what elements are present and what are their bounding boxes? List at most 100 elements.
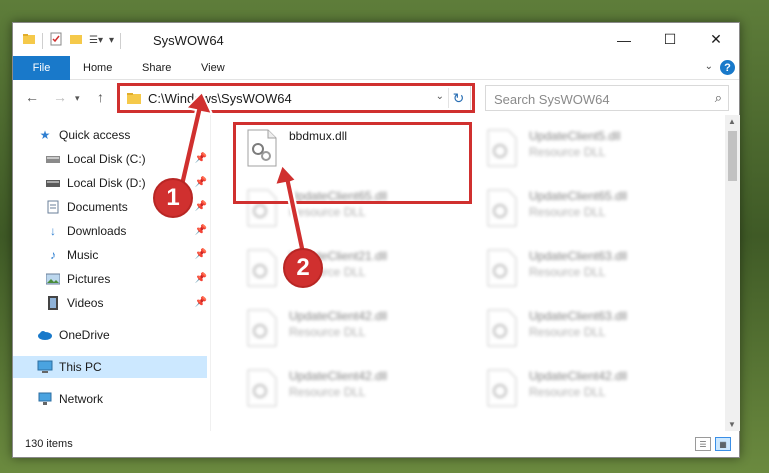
drive-icon (45, 175, 61, 191)
file-item[interactable]: UpdateClient42.dll Resource DLL (233, 303, 463, 353)
folder-icon (22, 32, 36, 49)
recent-locations-icon[interactable]: ▾ (75, 93, 80, 104)
pin-icon[interactable]: 📌 (195, 297, 207, 308)
sidebar-item-this-pc[interactable]: This PC (13, 356, 207, 378)
file-item[interactable]: UpdateClient63.dll Resource DLL (473, 243, 703, 293)
item-count: 130 items (25, 438, 73, 450)
dll-file-icon (487, 309, 517, 347)
pin-icon[interactable]: 📌 (195, 201, 207, 212)
minimize-button[interactable]: — (601, 23, 647, 56)
file-explorer-window: ☰▾ ▾ SysWOW64 — ☐ ✕ File Home Share View… (12, 22, 740, 458)
sidebar-item-label: Music (67, 248, 99, 262)
file-item[interactable]: UpdateClient42.dll Resource DLL (233, 363, 463, 413)
dll-file-icon (487, 249, 517, 287)
sidebar-item-pictures[interactable]: Pictures 📌 (45, 268, 207, 290)
sidebar-item-network[interactable]: Network (37, 388, 207, 410)
vertical-scrollbar[interactable]: ▲ ▼ (725, 115, 740, 431)
file-item[interactable]: UpdateClient65.dll Resource DLL (473, 183, 703, 233)
dll-file-icon (247, 369, 277, 407)
sidebar-item-videos[interactable]: Videos 📌 (45, 292, 207, 314)
sidebar-item-label: OneDrive (59, 328, 110, 342)
file-name: UpdateClient63.dll (529, 249, 628, 263)
tab-share[interactable]: Share (142, 56, 171, 80)
pin-icon[interactable]: 📌 (195, 153, 207, 164)
pin-icon[interactable]: 📌 (195, 273, 207, 284)
sidebar-item-downloads[interactable]: ↓ Downloads 📌 (45, 220, 207, 242)
expand-ribbon-icon[interactable]: ⌄ (705, 61, 713, 72)
network-icon (37, 391, 53, 407)
dll-file-icon (487, 189, 517, 227)
customize-toolbar-icon[interactable]: ☰▾ (89, 35, 103, 46)
back-arrow-icon[interactable]: ← (25, 89, 39, 105)
star-icon: ★ (39, 128, 51, 142)
pin-icon[interactable]: 📌 (195, 225, 207, 236)
file-item[interactable]: UpdateClient21.dll Resource DLL (233, 243, 463, 293)
dll-file-icon (487, 129, 517, 167)
pictures-icon (45, 271, 61, 287)
sidebar-item-label: Quick access (59, 128, 131, 142)
tab-view[interactable]: View (201, 56, 225, 80)
file-description: Resource DLL (289, 325, 366, 339)
computer-icon (37, 359, 53, 375)
dll-file-icon (247, 309, 277, 347)
file-description: Resource DLL (529, 265, 606, 279)
sidebar-item-label: Local Disk (C:) (67, 152, 146, 166)
ribbon-tabs: File Home Share View ⌄ ? (13, 56, 739, 80)
sidebar-item-quick-access[interactable]: ★ Quick access (37, 124, 207, 146)
music-icon: ♪ (50, 248, 56, 262)
new-folder-icon[interactable] (69, 32, 83, 49)
scroll-up-icon[interactable]: ▲ (728, 117, 736, 126)
search-icon[interactable]: ⌕ (715, 90, 722, 106)
forward-arrow-icon[interactable]: → (53, 89, 67, 105)
dll-file-icon (247, 249, 277, 287)
sidebar-item-label: This PC (59, 360, 102, 374)
file-item[interactable]: UpdateClient42.dll Resource DLL (473, 363, 703, 413)
toolbar-separator (120, 32, 122, 49)
tab-file[interactable]: File (13, 56, 70, 80)
file-item[interactable]: UpdateClient63.dll Resource DLL (473, 303, 703, 353)
navigation-bar: ← → ▾ ↑ C:\Windows\SysWOW64 ⌄ ↻ Search S… (13, 81, 739, 115)
pin-icon[interactable]: 📌 (195, 249, 207, 260)
file-name: UpdateClient42.dll (289, 369, 388, 383)
cloud-icon (37, 327, 53, 343)
properties-icon[interactable] (49, 32, 63, 49)
sidebar-item-label: Local Disk (D:) (67, 176, 146, 190)
file-description: Resource DLL (529, 145, 606, 159)
pin-icon[interactable]: 📌 (195, 177, 207, 188)
file-description: Resource DLL (529, 325, 606, 339)
scroll-down-icon[interactable]: ▼ (728, 420, 736, 429)
callout-1: 1 (153, 178, 193, 218)
sidebar-item-music[interactable]: ♪ Music 📌 (45, 244, 207, 266)
sidebar-item-local-disk-c[interactable]: Local Disk (C:) 📌 (45, 148, 207, 170)
search-box[interactable]: Search SysWOW64 ⌕ (485, 85, 729, 111)
videos-icon (45, 295, 61, 311)
quick-access-toolbar: ☰▾ ▾ (22, 32, 122, 49)
file-item[interactable]: UpdateClient5.dll Resource DLL (473, 123, 703, 173)
sidebar-item-label: Network (59, 392, 104, 406)
close-button[interactable]: ✕ (693, 23, 739, 56)
sidebar-item-label: Downloads (67, 224, 127, 238)
toolbar-dropdown-icon[interactable]: ▾ (109, 35, 114, 46)
sidebar-item-label: Documents (67, 200, 128, 214)
file-description: Resource DLL (529, 385, 606, 399)
drive-icon (45, 151, 61, 167)
pane-divider[interactable] (210, 115, 211, 431)
tab-home[interactable]: Home (83, 56, 112, 80)
title-bar: ☰▾ ▾ SysWOW64 — ☐ ✕ (13, 23, 739, 56)
file-name: UpdateClient5.dll (529, 129, 621, 143)
maximize-button[interactable]: ☐ (647, 23, 693, 56)
help-button[interactable]: ? (720, 60, 735, 75)
scrollbar-thumb[interactable] (728, 131, 737, 181)
file-name: UpdateClient42.dll (289, 309, 388, 323)
window-controls: — ☐ ✕ (601, 23, 739, 56)
up-arrow-icon[interactable]: ↑ (97, 89, 104, 105)
file-name: UpdateClient63.dll (529, 309, 628, 323)
details-view-icon[interactable]: ☰ (695, 437, 711, 451)
large-icons-view-icon[interactable]: ▦ (715, 437, 731, 451)
search-input[interactable]: Search SysWOW64 (494, 92, 610, 107)
file-name: UpdateClient42.dll (529, 369, 628, 383)
sidebar-item-onedrive[interactable]: OneDrive (37, 324, 207, 346)
file-description: Resource DLL (529, 205, 606, 219)
window-title: SysWOW64 (153, 33, 224, 48)
toolbar-separator (42, 32, 43, 49)
